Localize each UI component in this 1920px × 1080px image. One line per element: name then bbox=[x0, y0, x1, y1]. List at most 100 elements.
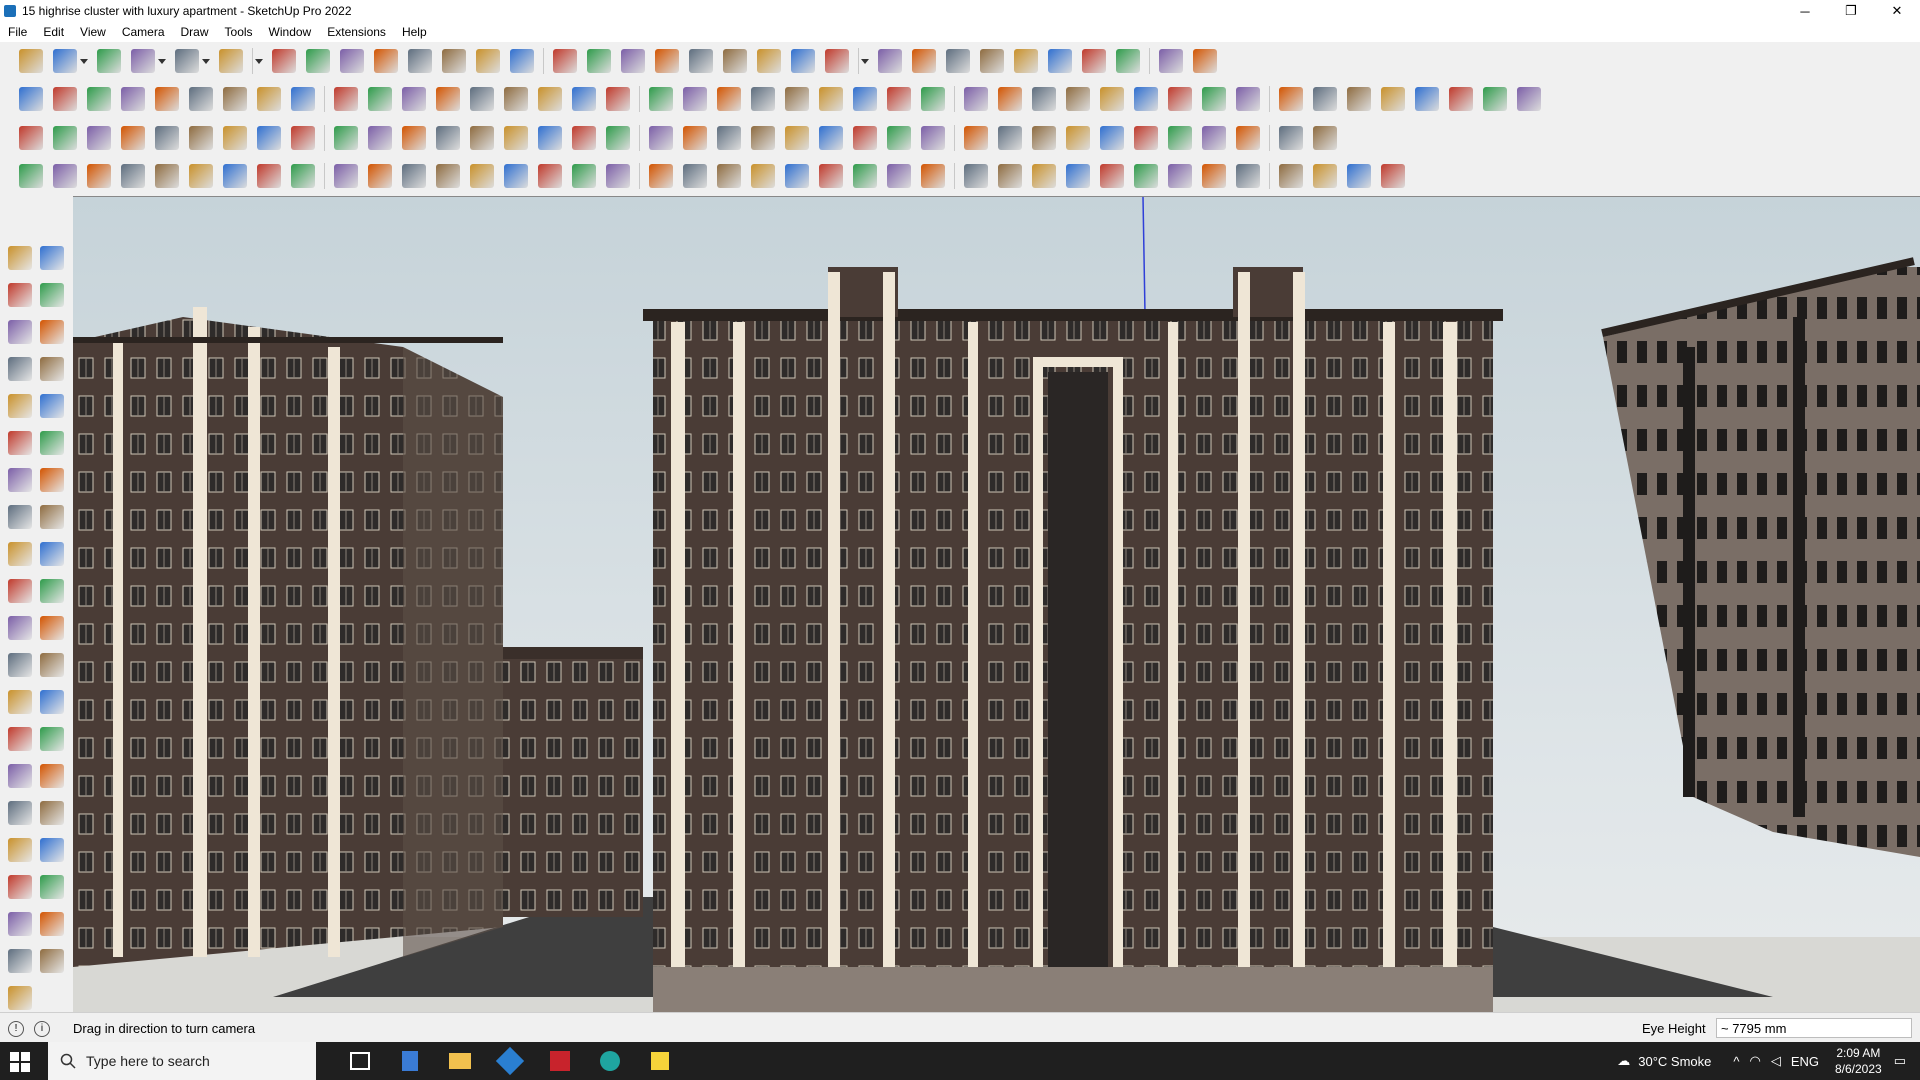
rotate-icon[interactable] bbox=[374, 49, 398, 73]
calculator-app-icon[interactable] bbox=[390, 1046, 430, 1076]
spline-icon[interactable] bbox=[470, 164, 494, 188]
section-fill-icon[interactable] bbox=[8, 986, 32, 1010]
section-cut-icon[interactable] bbox=[40, 949, 64, 973]
zoom-previous-icon[interactable] bbox=[40, 838, 64, 862]
menu-draw[interactable]: Draw bbox=[173, 25, 217, 39]
rotated-rect-icon[interactable] bbox=[40, 394, 64, 418]
3d-text-icon[interactable] bbox=[40, 727, 64, 751]
windows-start-icon[interactable] bbox=[10, 1052, 30, 1072]
grid-orange-icon[interactable] bbox=[1134, 126, 1158, 150]
circle-2-icon[interactable] bbox=[964, 87, 988, 111]
tag-icon[interactable] bbox=[853, 87, 877, 111]
taskbar-search-box[interactable]: Type here to search bbox=[48, 1042, 316, 1080]
cube-blue-icon[interactable] bbox=[19, 126, 43, 150]
line-tool-icon[interactable] bbox=[19, 164, 43, 188]
section-plane-icon[interactable] bbox=[40, 912, 64, 936]
stack-icon[interactable] bbox=[751, 164, 775, 188]
pillars-icon[interactable] bbox=[1202, 164, 1226, 188]
sketchup-app-icon[interactable] bbox=[490, 1046, 530, 1076]
info-icon[interactable]: i bbox=[34, 1021, 50, 1037]
corner-icon[interactable] bbox=[368, 164, 392, 188]
dashed-curve-icon[interactable] bbox=[53, 164, 77, 188]
rails-icon[interactable] bbox=[1066, 164, 1090, 188]
axes-icon[interactable] bbox=[8, 727, 32, 751]
ring-2-icon[interactable] bbox=[1279, 164, 1303, 188]
text-icon[interactable] bbox=[476, 49, 500, 73]
door-icon[interactable] bbox=[998, 164, 1022, 188]
menu-camera[interactable]: Camera bbox=[114, 25, 173, 39]
grid-orange-2-icon[interactable] bbox=[1168, 126, 1192, 150]
cross-green-icon[interactable] bbox=[538, 126, 562, 150]
cone-icon[interactable] bbox=[606, 126, 630, 150]
network-icon[interactable]: ◠ bbox=[1749, 1053, 1760, 1069]
zoom-icon[interactable] bbox=[19, 49, 43, 73]
follow-me-icon[interactable] bbox=[306, 49, 330, 73]
diamond-green-icon[interactable] bbox=[121, 126, 145, 150]
pencil-icon[interactable] bbox=[8, 357, 32, 381]
grille-icon[interactable] bbox=[1100, 164, 1124, 188]
axes-icon[interactable] bbox=[1048, 49, 1072, 73]
walk-icon[interactable] bbox=[8, 912, 32, 936]
dropdown-icon[interactable] bbox=[255, 49, 263, 73]
hook-icon[interactable] bbox=[717, 126, 741, 150]
pen-icon[interactable] bbox=[538, 164, 562, 188]
eraser-icon[interactable] bbox=[40, 283, 64, 307]
notifications-icon[interactable]: ▭ bbox=[1894, 1053, 1906, 1069]
orbit-icon[interactable] bbox=[40, 246, 64, 270]
plugin-1-icon[interactable] bbox=[887, 126, 911, 150]
cloud-icon[interactable] bbox=[189, 164, 213, 188]
array-icon[interactable] bbox=[1313, 126, 1337, 150]
ramp-2-icon[interactable] bbox=[1347, 164, 1371, 188]
dropdown-icon[interactable] bbox=[861, 49, 869, 73]
extension-manager-icon[interactable] bbox=[1193, 49, 1217, 73]
hand-2-icon[interactable] bbox=[649, 164, 673, 188]
select-icon[interactable] bbox=[53, 49, 77, 73]
component-icon[interactable] bbox=[8, 320, 32, 344]
dropdown-icon[interactable] bbox=[202, 49, 210, 73]
bolt-2-icon[interactable] bbox=[853, 164, 877, 188]
two-point-arc-icon[interactable] bbox=[40, 468, 64, 492]
polygon-icon[interactable] bbox=[40, 431, 64, 455]
arc-orange-icon[interactable] bbox=[223, 126, 247, 150]
ruler-icon[interactable] bbox=[887, 87, 911, 111]
file-explorer-icon[interactable] bbox=[440, 1046, 480, 1076]
warehouse-icon[interactable] bbox=[912, 49, 936, 73]
dropdown-icon[interactable] bbox=[80, 49, 88, 73]
offset-icon[interactable] bbox=[40, 616, 64, 640]
bracket-icon[interactable] bbox=[436, 126, 460, 150]
push-pull-icon[interactable] bbox=[40, 542, 64, 566]
flask-icon[interactable] bbox=[649, 126, 673, 150]
back-edges-icon[interactable] bbox=[436, 87, 460, 111]
sandbox-smoove-icon[interactable] bbox=[368, 87, 392, 111]
scissors-icon[interactable] bbox=[121, 164, 145, 188]
house-4-icon[interactable] bbox=[751, 87, 775, 111]
tray-chevron-icon[interactable]: ^ bbox=[1733, 1054, 1739, 1069]
plane-icon[interactable] bbox=[1517, 87, 1541, 111]
curve-dots-icon[interactable] bbox=[1279, 126, 1303, 150]
split-icon[interactable] bbox=[751, 126, 775, 150]
cross-blue-icon[interactable] bbox=[572, 126, 596, 150]
plugin-4-icon[interactable] bbox=[998, 126, 1022, 150]
tag-2-icon[interactable] bbox=[1381, 164, 1405, 188]
car-icon[interactable] bbox=[87, 164, 111, 188]
ramp-icon[interactable] bbox=[1313, 164, 1337, 188]
shaded-icon[interactable] bbox=[538, 87, 562, 111]
grid-orange-3-icon[interactable] bbox=[1202, 126, 1226, 150]
front-view-icon[interactable] bbox=[87, 87, 111, 111]
undo-red-icon[interactable] bbox=[853, 126, 877, 150]
scale-icon[interactable] bbox=[408, 49, 432, 73]
sandbox-icon[interactable] bbox=[980, 49, 1004, 73]
bolt-3-icon[interactable] bbox=[887, 164, 911, 188]
autocad-app-icon[interactable] bbox=[540, 1046, 580, 1076]
grille-2-icon[interactable] bbox=[1134, 164, 1158, 188]
menu-edit[interactable]: Edit bbox=[35, 25, 72, 39]
parallelogram-icon[interactable] bbox=[1066, 87, 1090, 111]
house-3-icon[interactable] bbox=[717, 87, 741, 111]
task-view-icon[interactable] bbox=[340, 1046, 380, 1076]
dots-red-icon[interactable] bbox=[1236, 126, 1260, 150]
list-icon[interactable] bbox=[291, 126, 315, 150]
minimize-button[interactable]: ─ bbox=[1782, 0, 1828, 22]
push-pull-icon[interactable] bbox=[272, 49, 296, 73]
extension-icon[interactable] bbox=[946, 49, 970, 73]
rotate-2-icon[interactable] bbox=[1134, 87, 1158, 111]
